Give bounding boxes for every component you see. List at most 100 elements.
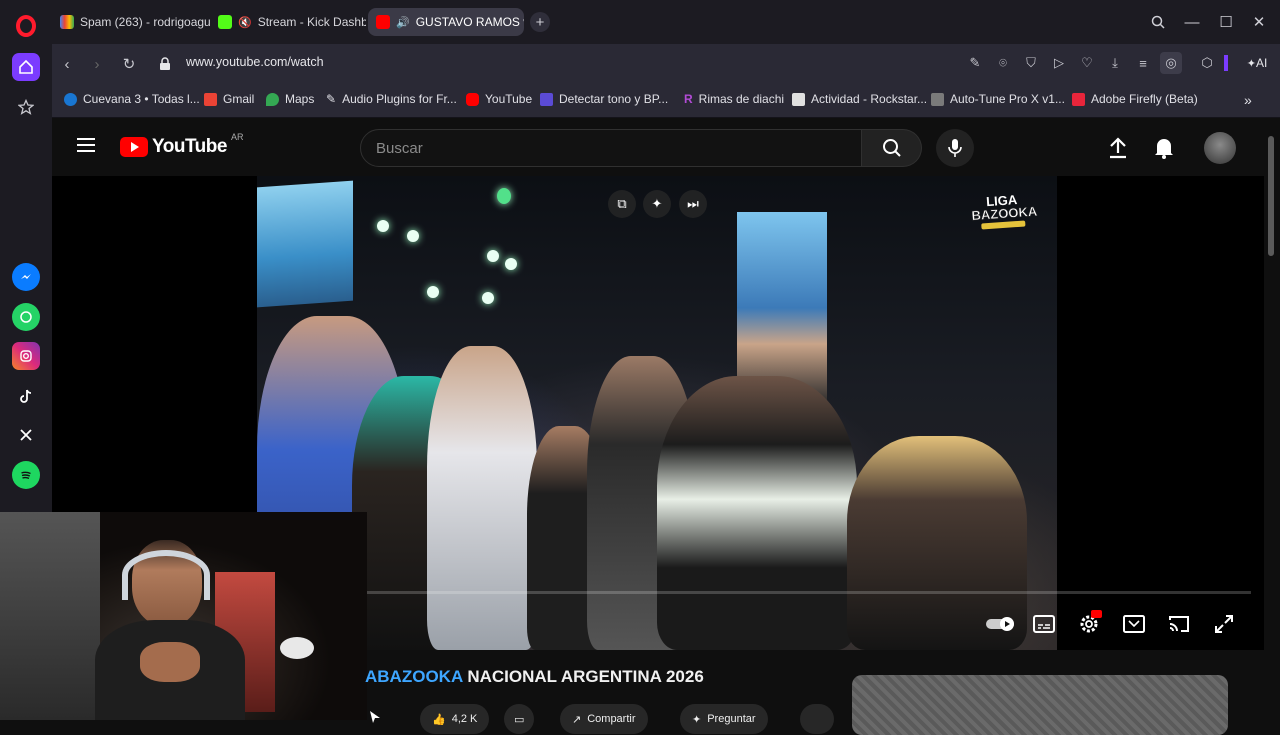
thumbs-up-icon: 👍 (432, 713, 446, 726)
cuevana-icon (64, 92, 77, 106)
bookmark-firefly[interactable]: Adobe Firefly (Beta) (1072, 92, 1198, 106)
download-icon[interactable]: ⤓ (1106, 54, 1124, 72)
bookmark-gmail[interactable]: Gmail (204, 92, 254, 106)
share-button[interactable]: ↗ Compartir (560, 704, 648, 734)
search-button[interactable] (862, 129, 922, 167)
search-input[interactable] (361, 130, 861, 166)
youtube-tab-icon (376, 15, 390, 29)
bookmark-label: Gmail (223, 92, 255, 106)
miniplayer-icon[interactable]: ⧉ (608, 190, 636, 218)
settings-gear-icon[interactable] (1075, 610, 1103, 638)
tab-gmail[interactable]: Spam (263) - rodrigoagust (52, 8, 210, 36)
send-icon[interactable]: ▷ (1050, 54, 1068, 72)
enhance-sparkle-icon[interactable]: ✦ (643, 190, 671, 218)
person-hands (140, 642, 200, 682)
webcam-background (0, 512, 100, 720)
video-title-hashtag-link[interactable]: ABAZOOKA (365, 667, 463, 686)
spotify-icon[interactable] (12, 461, 40, 489)
x-twitter-icon[interactable] (12, 421, 40, 449)
bookmark-autotune[interactable]: Auto-Tune Pro X v1... (931, 92, 1065, 106)
dislike-button[interactable]: ▭ (504, 704, 535, 734)
back-button[interactable]: ‹ (56, 53, 78, 75)
bookmark-rimas[interactable]: R Rimas de diachi (684, 92, 784, 106)
tab-kick[interactable]: 🔇 Stream - Kick Dashboa (210, 8, 366, 36)
hamburger-menu-icon[interactable] (76, 137, 96, 158)
like-button[interactable]: 👍 4,2 K (420, 704, 490, 734)
webcam-overlay (0, 512, 367, 720)
fullscreen-icon[interactable] (1210, 610, 1238, 638)
avatar[interactable] (1204, 132, 1236, 164)
camera-icon[interactable]: ⌾ (994, 54, 1012, 72)
search-icon (882, 139, 901, 157)
sidebar-thumbnail-placeholder[interactable] (852, 675, 1228, 735)
reload-button[interactable]: ↻ (118, 53, 140, 75)
voice-search-button[interactable] (936, 129, 974, 167)
subtitles-icon[interactable] (1030, 610, 1058, 638)
opera-logo-icon[interactable] (12, 12, 40, 40)
new-tab-button[interactable]: + (530, 12, 550, 32)
ai-label: AI (1255, 56, 1268, 70)
shield-icon[interactable]: ⛉ (1022, 54, 1040, 72)
page-scrollbar[interactable] (1264, 118, 1280, 720)
bookmark-cuevana[interactable]: Cuevana 3 • Todas l... (64, 92, 200, 106)
youtube-icon (466, 92, 479, 106)
bookmark-youtube[interactable]: YouTube (466, 92, 532, 106)
like-count: 4,2 K (451, 713, 478, 725)
progress-bar[interactable] (367, 591, 1251, 594)
share-label: Compartir (587, 713, 636, 725)
bookmark-detectar-tono[interactable]: Detectar tono y BP... (540, 92, 668, 106)
scrollbar-thumb[interactable] (1268, 136, 1274, 256)
profile-icon[interactable]: ◎ (1160, 52, 1182, 74)
tab-youtube-active[interactable]: 🔊 GUSTAVO RAMOS vs N (368, 8, 524, 36)
muted-audio-icon[interactable]: 🔇 (238, 16, 252, 29)
lock-icon[interactable] (154, 53, 176, 75)
bookmark-rockstar[interactable]: Actividad - Rockstar... (792, 92, 927, 106)
tiktok-icon[interactable] (12, 382, 40, 410)
bookmark-label: YouTube (485, 92, 533, 106)
bookmark-label: Adobe Firefly (Beta) (1091, 92, 1198, 106)
upload-button[interactable] (1108, 137, 1128, 164)
maximize-button[interactable]: ☐ (1216, 12, 1236, 32)
star-icon[interactable] (12, 93, 40, 121)
home-icon[interactable] (12, 53, 40, 81)
messenger-icon[interactable] (12, 263, 40, 291)
accent-divider (1224, 55, 1228, 71)
forward-button[interactable]: › (86, 53, 108, 75)
bookmark-label: Rimas de diachi (698, 92, 785, 106)
bookmarks-overflow-icon[interactable]: » (1244, 92, 1252, 108)
cup (280, 637, 314, 659)
ai-button[interactable]: ✦ AI (1242, 54, 1272, 72)
adobe-icon (1072, 92, 1085, 106)
bookmarks-bar: Cuevana 3 • Todas l... Gmail Maps ✎ Audio… (52, 82, 1280, 118)
bookmark-label: Cuevana 3 • Todas l... (83, 92, 200, 106)
more-actions-button[interactable] (800, 704, 834, 734)
close-window-button[interactable]: ✕ (1249, 12, 1269, 32)
ask-button[interactable]: ✦ Preguntar (680, 704, 768, 734)
gmail-icon (204, 92, 217, 106)
video-title: ABAZOOKA NACIONAL ARGENTINA 2026 (365, 667, 704, 687)
theater-mode-icon[interactable] (1120, 610, 1148, 638)
whatsapp-icon[interactable] (12, 303, 40, 331)
autotune-icon (931, 92, 944, 106)
youtube-logo[interactable]: YouTube AR (120, 132, 243, 158)
autoplay-toggle[interactable] (984, 610, 1016, 638)
url-field[interactable]: www.youtube.com/watch (186, 55, 324, 69)
search-box (360, 129, 862, 167)
notifications-button[interactable] (1154, 137, 1174, 164)
bell-icon (1155, 139, 1173, 159)
menu-icon[interactable]: ≡ (1134, 54, 1152, 72)
tab-search-icon[interactable] (1148, 12, 1168, 32)
watermark-line2: BAZOOKA (971, 203, 1038, 224)
cast-icon[interactable] (1165, 610, 1193, 638)
minimize-button[interactable]: — (1182, 12, 1202, 32)
edit-icon[interactable]: ✎ (966, 54, 984, 72)
tab-label: Stream - Kick Dashboa (257, 15, 366, 29)
heart-icon[interactable]: ♡ (1078, 54, 1096, 72)
bookmark-audio-plugins[interactable]: ✎ Audio Plugins for Fr... (326, 92, 457, 106)
bookmark-maps[interactable]: Maps (266, 92, 314, 106)
extensions-icon[interactable]: ⬡ (1198, 54, 1216, 72)
skip-next-icon[interactable]: ⏭ (679, 190, 707, 218)
audio-playing-icon[interactable]: 🔊 (396, 16, 410, 29)
instagram-icon[interactable] (12, 342, 40, 370)
bookmark-label: Audio Plugins for Fr... (342, 92, 457, 106)
